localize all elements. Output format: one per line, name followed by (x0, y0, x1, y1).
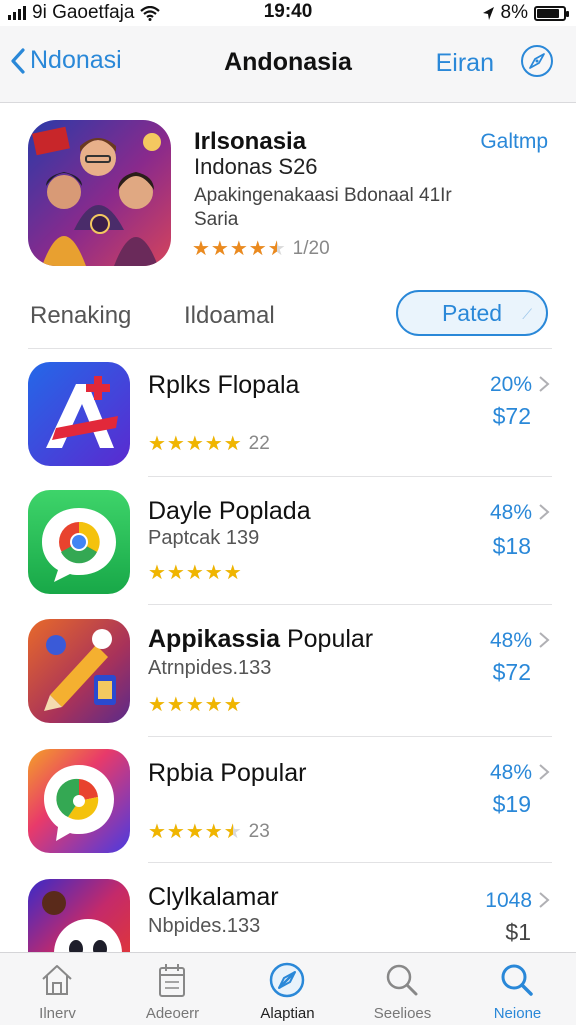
app-percent: 20% (489, 373, 532, 396)
pencil-tools-icon (28, 619, 130, 723)
rating-count: 22 (248, 433, 270, 454)
navigation-bar: Ndonasi Andonasia Eiran (0, 26, 576, 103)
featured-app-title: Irlsonasia (194, 128, 307, 155)
chevron-right-icon (539, 892, 550, 908)
letter-a-icon (28, 362, 130, 466)
app-title: Clylkalamar (148, 883, 279, 911)
battery-percent: 8% (500, 2, 528, 23)
app-subtitle: Atrnpides.133 (148, 657, 272, 679)
featured-app-rating: ★★★★★★★★★★ 1/20 (192, 238, 330, 260)
tab-bar-item-home[interactable]: Ilnerv (0, 953, 115, 1025)
chevron-right-icon (539, 504, 550, 520)
status-bar: 9i Gaoetfaja 19:40 8% (0, 0, 576, 26)
list-item[interactable]: Rplks Flopala ★★★★★ ★★★★★ 22 20% $72 (0, 349, 576, 477)
rating-count: 23 (248, 821, 270, 842)
tab-bar-label: Alaptian (260, 1005, 315, 1022)
app-rating: ★★★★★ ★★★★★ (148, 695, 249, 715)
app-rating: ★★★★★ ★★★★★ (148, 563, 249, 583)
chevron-icon: ⟋ (522, 306, 532, 322)
nav-right-button[interactable]: Eiran (436, 49, 494, 78)
featured-app-icon (28, 120, 171, 266)
list-item[interactable]: Appikassia Popular Atrnpides.133 ★★★★★ ★★… (0, 605, 576, 737)
search-icon (501, 964, 533, 996)
tab-bar-label: Neione (493, 1005, 542, 1022)
app-rating: ★★★★★★★★★★ 23 (148, 821, 270, 843)
featured-app[interactable]: Irlsonasia Indonas S26 Apakingenakaasi B… (0, 102, 576, 290)
star-rating: ★★★★★★★★★★ (148, 562, 243, 584)
app-title: Popular (280, 625, 374, 653)
segment-tabs: Renaking Ildoamal Pated ⟋ (0, 290, 576, 346)
tab-bar: Ilnerv Adeoerr Alaptian Seelioes Neione (0, 952, 576, 1025)
featured-app-subtitle: Indonas S26 (194, 154, 318, 179)
featured-action-button[interactable]: Galtmp (480, 130, 548, 154)
app-percent: 1048 (485, 889, 532, 912)
app-price: $18 (492, 533, 531, 559)
tab-bar-label: Ilnerv (39, 1005, 76, 1022)
tab-pated[interactable]: Pated ⟋ (396, 290, 548, 336)
list-item[interactable]: Rpbia Popular ★★★★★★★★★★ 23 48% $19 (0, 737, 576, 863)
rating-count: 1/20 (292, 238, 330, 259)
compass-icon[interactable] (520, 44, 554, 78)
app-title-bold: Appikassia (148, 625, 281, 653)
app-rating: ★★★★★ ★★★★★ 22 (148, 433, 270, 455)
app-title: Rpbia Popular (148, 759, 307, 787)
location-arrow-icon (482, 6, 494, 20)
chevron-right-icon (539, 376, 550, 392)
tab-pated-label: Pated (441, 299, 503, 326)
chevron-left-icon (11, 47, 25, 74)
back-label: Ndonasi (30, 46, 122, 74)
list-item[interactable]: Dayle Poplada Paptcak 139 ★★★★★ ★★★★★ 48%… (0, 477, 576, 605)
app-subtitle: Paptcak 139 (148, 527, 260, 549)
app-percent: 48% (489, 761, 532, 784)
gradient-chat-icon (28, 749, 130, 853)
app-title: Rplks Flopala (148, 371, 300, 399)
tab-bar-item-search[interactable]: Seelioes (345, 953, 460, 1025)
app-price: $1 (505, 919, 531, 945)
app-title: Dayle Poplada (148, 497, 311, 525)
tab-bar-item-calendar[interactable]: Adeoerr (115, 953, 230, 1025)
chat-bubble-icon (28, 490, 130, 594)
app-price: $72 (492, 659, 531, 685)
tab-bar-item-explore[interactable]: Alaptian (230, 953, 345, 1025)
house-icon (42, 965, 72, 995)
app-price: $72 (492, 403, 531, 429)
tab-ranking[interactable]: Renaking (30, 302, 131, 330)
star-rating: ★★★★★★★★★★ (148, 821, 243, 843)
app-percent: 48% (489, 501, 532, 524)
compass-icon (269, 962, 305, 998)
back-button[interactable]: Ndonasi (10, 46, 122, 75)
tab-bar-item-search-active[interactable]: Neione (460, 953, 575, 1025)
app-percent: 48% (489, 629, 532, 652)
app-price: $19 (492, 791, 531, 817)
status-right: 8% (482, 2, 569, 24)
star-rating: ★★★★★★★★★★ (192, 238, 287, 260)
tab-bar-label: Seelioes (373, 1005, 432, 1022)
app-subtitle: Nbpides.133 (148, 915, 261, 937)
chevron-right-icon (539, 764, 550, 780)
calendar-icon (159, 964, 185, 997)
search-icon (386, 964, 418, 996)
tab-ildoamal[interactable]: Ildoamal (184, 302, 275, 330)
tab-bar-label: Adeoerr (145, 1005, 200, 1022)
chevron-right-icon (539, 632, 550, 648)
star-rating: ★★★★★★★★★★ (148, 433, 243, 455)
star-rating: ★★★★★★★★★★ (148, 694, 243, 716)
battery-icon (534, 5, 569, 21)
featured-app-description: Apakingenakaasi Bdonaal 41Ir Saria (194, 185, 452, 230)
